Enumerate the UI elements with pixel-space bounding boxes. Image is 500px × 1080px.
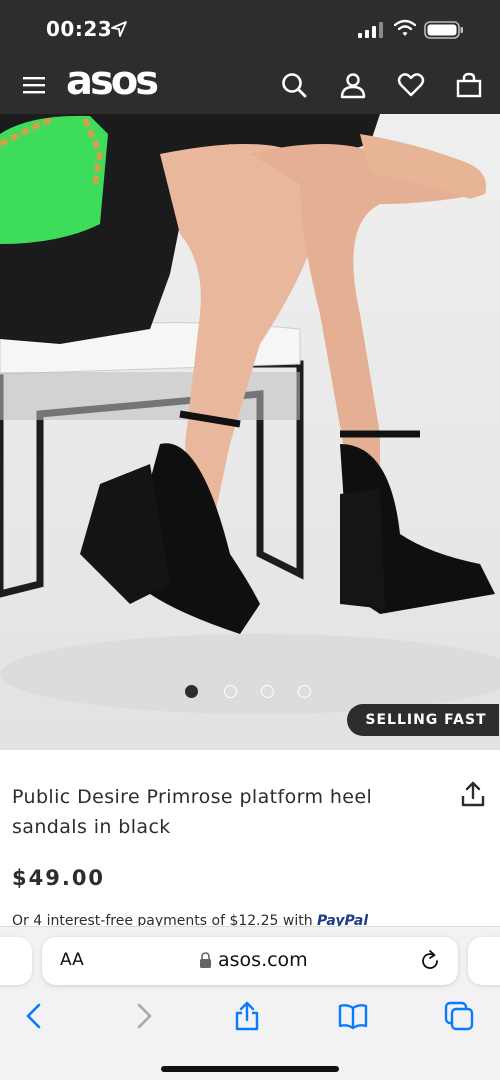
cellular-signal-icon (358, 22, 383, 38)
back-icon[interactable] (20, 1001, 50, 1031)
installment-info: Or 4 interest-free payments of $12.25 wi… (12, 910, 368, 926)
forward-icon[interactable] (128, 1001, 158, 1031)
status-bar: 00:23 (0, 0, 500, 56)
gallery-pagination (185, 685, 325, 699)
product-title-line-1: Public Desire Primrose platform heel (12, 786, 373, 808)
menu-icon[interactable] (22, 73, 46, 97)
bookmarks-icon[interactable] (338, 1001, 368, 1031)
reload-icon[interactable] (418, 949, 442, 973)
share-sheet-icon[interactable] (232, 1001, 262, 1031)
site-header: asos (0, 56, 500, 114)
paypal-logo[interactable]: PayPal (317, 913, 368, 926)
address-bar[interactable]: AA asos.com (42, 937, 458, 985)
search-icon[interactable] (280, 71, 308, 99)
home-indicator (161, 1066, 339, 1072)
gallery-dot-2[interactable] (224, 685, 237, 698)
product-image-gallery[interactable]: SELLING FAST (0, 114, 500, 750)
gallery-dot-4[interactable] (298, 685, 311, 698)
share-icon[interactable] (460, 780, 486, 808)
product-title: Public Desire Primrose platform heel san… (12, 782, 432, 842)
gallery-dot-3[interactable] (261, 685, 274, 698)
selling-fast-badge: SELLING FAST (347, 704, 499, 736)
heart-icon[interactable] (397, 71, 425, 99)
status-time: 00:23 (46, 17, 113, 41)
wifi-icon (394, 19, 416, 36)
product-photo (0, 114, 500, 714)
product-price: $49.00 (12, 866, 106, 890)
location-arrow-icon (111, 21, 127, 37)
battery-icon (424, 21, 463, 39)
tabs-icon[interactable] (444, 1001, 474, 1031)
product-title-line-2: sandals in black (12, 816, 171, 838)
text-size-button[interactable]: AA (60, 950, 84, 970)
bag-icon[interactable] (455, 71, 483, 99)
lock-icon (200, 952, 211, 968)
next-tab-edge[interactable] (468, 937, 500, 985)
gallery-dot-1[interactable] (185, 685, 198, 698)
previous-tab-edge[interactable] (0, 937, 32, 985)
account-icon[interactable] (339, 71, 367, 99)
asos-logo[interactable]: asos (66, 58, 159, 104)
browser-toolbar: AA asos.com (0, 926, 500, 1080)
installment-text: Or 4 interest-free payments of $12.25 wi… (12, 913, 313, 926)
url-domain: asos.com (218, 949, 308, 971)
